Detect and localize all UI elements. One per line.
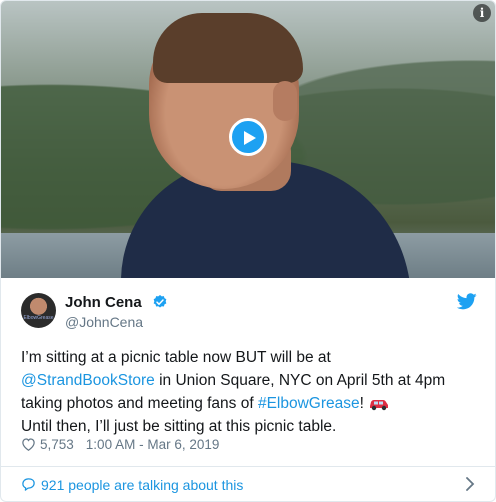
like-count[interactable]: 5,753 [40,437,74,452]
avatar[interactable]: ElbowGrease [21,293,56,328]
play-button[interactable] [229,118,267,156]
tweet-timestamp[interactable]: 1:00 AM - Mar 6, 2019 [86,437,220,452]
tweet-line-3-start: taking photos and meeting fans of [21,395,258,412]
chevron-right-icon[interactable] [465,477,475,491]
tweet-line-3: taking photos and meeting fans of #Elbow… [21,392,481,415]
author-name[interactable]: John Cena [65,294,142,311]
info-icon[interactable]: i [473,4,491,22]
tweet-line-3-end: ! [359,395,364,412]
tweet-meta: 5,753 1:00 AM - Mar 6, 2019 [21,437,219,452]
conversation-footer[interactable]: 921 people are talking about this [1,467,495,501]
video-subject-hair [153,13,303,83]
mention-link[interactable]: @StrandBookStore [21,372,155,389]
video-subject-ear [273,81,297,121]
tweet-line-2: @StrandBookStore in Union Square, NYC on… [21,369,481,392]
tweet-header: ElbowGrease John Cena @JohnCena [1,279,495,335]
red-car-icon [369,399,388,411]
hashtag-link[interactable]: #ElbowGrease [258,395,360,412]
tweet-text: I’m sitting at a picnic table now BUT wi… [21,346,481,438]
verified-badge-icon [153,295,167,308]
heart-icon[interactable] [21,437,36,451]
avatar-caption: ElbowGrease [23,315,54,321]
play-icon [244,131,256,145]
twitter-bird-icon[interactable] [457,293,477,310]
speech-bubble-icon [22,478,35,491]
tweet-video[interactable]: i [1,1,495,278]
tweet-line-1: I’m sitting at a picnic table now BUT wi… [21,349,331,366]
author-handle[interactable]: @JohnCena [65,314,143,330]
talking-about-link[interactable]: 921 people are talking about this [41,477,243,493]
tweet-card: i ElbowGrease John Cena @JohnCena I’m si… [0,0,496,502]
tweet-line-4: Until then, I’ll just be sitting at this… [21,418,337,435]
tweet-line-2-rest: in Union Square, NYC on April 5th at 4pm [154,372,446,389]
